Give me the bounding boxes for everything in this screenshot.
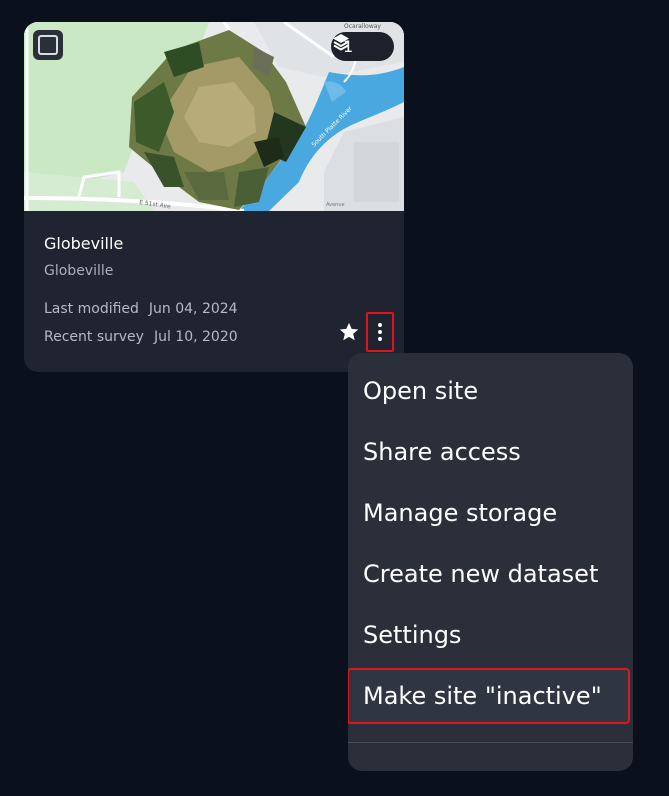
- favorite-star-icon[interactable]: [338, 321, 360, 343]
- menu-item-create-dataset[interactable]: Create new dataset: [348, 546, 633, 602]
- more-options-button[interactable]: [366, 312, 394, 352]
- menu-item-share-access[interactable]: Share access: [348, 424, 633, 480]
- menu-item-manage-storage[interactable]: Manage storage: [348, 485, 633, 541]
- menu-item-settings[interactable]: Settings: [348, 607, 633, 663]
- kebab-dot: [378, 323, 382, 327]
- svg-text:Avenue: Avenue: [326, 202, 345, 208]
- site-map-thumbnail[interactable]: Ocaralloway South Platte River E 51st Av…: [24, 22, 404, 211]
- kebab-dot: [378, 330, 382, 334]
- last-modified-row: Last modified Jun 04, 2024: [44, 301, 238, 317]
- kebab-dot: [378, 337, 382, 341]
- menu-item-make-inactive[interactable]: Make site "inactive": [348, 668, 630, 724]
- layers-icon: [333, 34, 349, 51]
- svg-text:Ocaralloway: Ocaralloway: [344, 23, 381, 30]
- select-checkbox[interactable]: [33, 30, 63, 60]
- layers-badge[interactable]: 1: [331, 32, 394, 61]
- recent-survey-row: Recent survey Jul 10, 2020: [44, 329, 238, 345]
- menu-item-open-site[interactable]: Open site: [348, 363, 633, 419]
- site-options-menu: Open site Share access Manage storage Cr…: [348, 353, 633, 771]
- site-card[interactable]: Ocaralloway South Platte River E 51st Av…: [24, 22, 404, 372]
- menu-divider: [348, 742, 633, 743]
- checkbox-box: [38, 35, 58, 55]
- site-subtitle: Globeville: [44, 263, 114, 279]
- recent-survey-label: Recent survey: [44, 329, 144, 345]
- site-title: Globeville: [44, 234, 124, 253]
- last-modified-value: Jun 04, 2024: [148, 301, 238, 317]
- recent-survey-value: Jul 10, 2020: [153, 329, 238, 345]
- last-modified-label: Last modified: [44, 301, 139, 317]
